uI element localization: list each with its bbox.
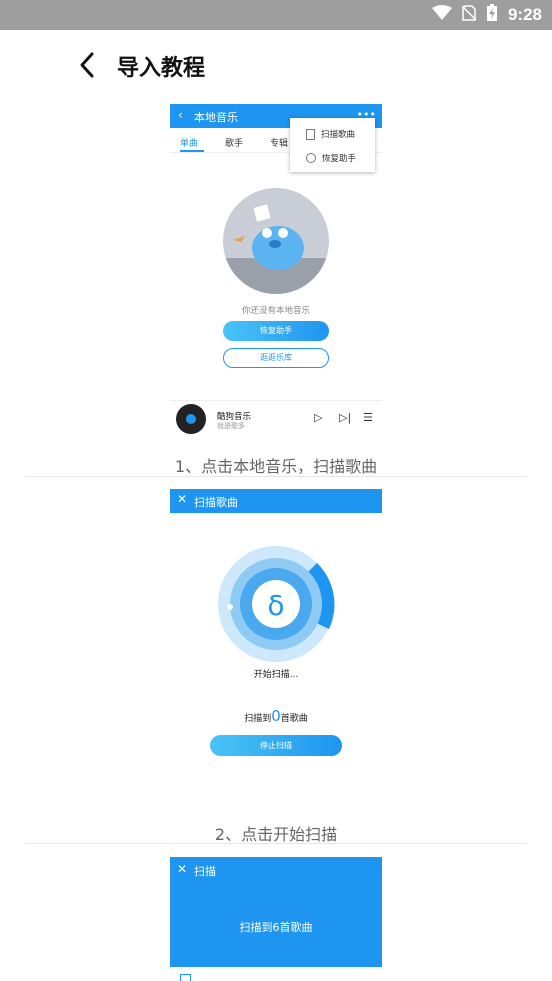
step2-caption: 2、点击开始扫描 [214,825,338,844]
step2-scanning-text: 开始扫描... [253,670,299,680]
play-icon: ▷ [314,411,323,424]
step1-player-artist: 就是歌多 [217,422,245,430]
wifi-icon [431,5,452,25]
status-bar: 9:28 [0,0,552,30]
playlist-icon: ☰ [363,411,373,424]
clock-icon [306,153,316,163]
step3-header: ✕ 扫描 扫描到6首歌曲 [170,857,382,967]
step2-screenshot: ✕ 扫描歌曲 δ 开始扫描... 扫描到0首歌曲 停止扫描 [170,489,382,769]
step2-stop-button: 停止扫描 [210,735,342,756]
back-button[interactable] [70,48,104,82]
step2-scan-count: 扫描到0首歌曲 [170,707,382,725]
page-title: 导入教程 [117,56,206,81]
step2-count-prefix: 扫描到 [244,714,272,724]
battery-charging-icon [486,4,498,26]
step2-screen-title: 扫描歌曲 [194,496,238,509]
svg-text:δ: δ [267,589,284,622]
step1-popup-menu: 扫描歌曲 恢复助手 [290,118,375,172]
file-icon [306,128,315,140]
step1-mini-player: 酷狗音乐 就是歌多 ▷ ▷| ☰ [170,400,382,434]
step1-tab-artists: 歌手 [225,139,244,149]
no-sim-icon [461,5,477,25]
close-icon: ✕ [177,862,188,876]
step2-count-value: 0 [271,707,281,725]
step3-screen-title: 扫描 [194,865,216,878]
step1-back-icon: ‹ [178,108,183,122]
step1-menu-scan-label: 扫描歌曲 [321,130,356,140]
divider [25,476,527,477]
step1-menu-restore-label: 恢复助手 [322,154,357,164]
step1-screen-title: 本地音乐 [194,111,238,124]
step3-screenshot: ✕ 扫描 扫描到6首歌曲 [170,857,382,981]
back-arrow-icon [80,52,94,78]
status-icons: 9:28 [431,0,542,30]
scan-radar-graphic: δ [217,545,335,663]
divider [25,843,527,844]
step1-tab-songs: 单曲 [180,139,199,149]
close-icon: ✕ [177,492,188,506]
step2-count-suffix: 首歌曲 [280,714,308,724]
step1-caption: 1、点击本地音乐，扫描歌曲 [174,457,378,476]
app-bar: 导入教程 [0,30,552,100]
step1-tab-indicator [180,150,204,152]
step1-browse-button: 逛逛乐库 [223,348,329,368]
status-time: 9:28 [507,5,542,24]
step1-restore-button: 恢复助手 [223,321,329,341]
step2-titlebar: ✕ 扫描歌曲 [170,489,382,513]
empty-mascot-illustration [223,188,329,294]
step1-screenshot: ‹ 本地音乐 ••• 单曲 歌手 专辑 扫描歌曲 恢复助手 你还没有本地音乐 恢… [170,104,382,434]
step1-menu-restore: 恢复助手 [306,152,356,164]
step3-found-text: 扫描到6首歌曲 [239,921,313,934]
step1-tab-albums: 专辑 [270,139,289,149]
next-icon: ▷| [339,411,352,424]
album-disc-icon [176,404,206,434]
step1-menu-scan: 扫描歌曲 [306,128,355,140]
step1-empty-text: 你还没有本地音乐 [241,306,310,316]
checkbox-icon [180,974,191,981]
